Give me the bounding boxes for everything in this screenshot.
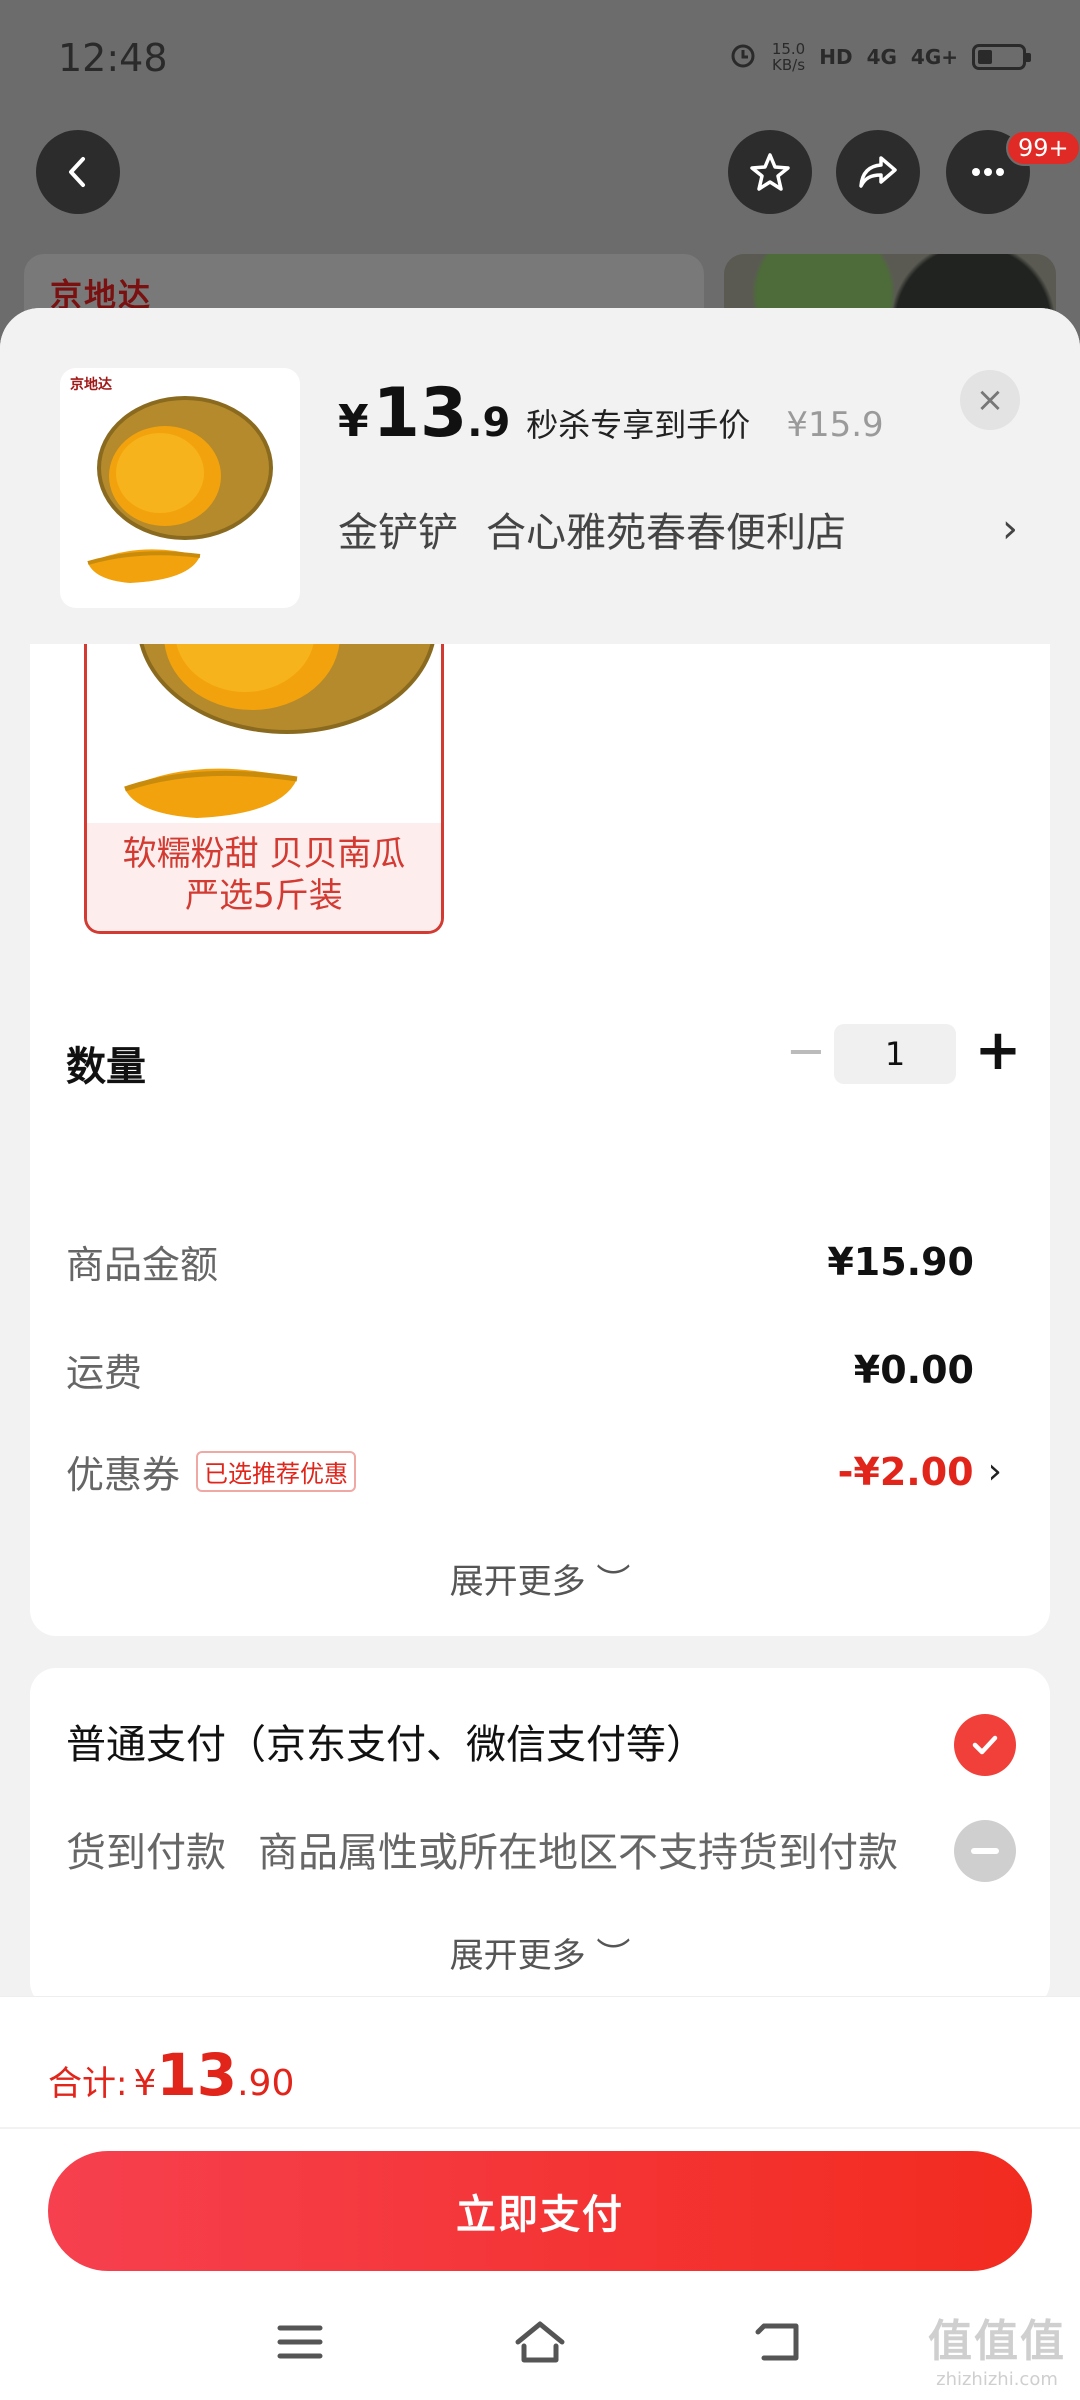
sheet-header: 京地达 ¥ 13 .9 秒杀专享到手价 ¥15.9 × 金铲铲 合心雅苑春春便利… (0, 308, 1080, 644)
coupon-tag: 已选推荐优惠 (196, 1451, 357, 1492)
total-decimal: .90 (237, 2063, 295, 2104)
signal-4g-plus-icon: 4G+ (910, 45, 958, 69)
price-integer: 13 (372, 374, 468, 453)
payment-cod-label: 货到付款 (66, 1830, 226, 1876)
checkout-sheet: 京地达 ¥ 13 .9 秒杀专享到手价 ¥15.9 × 金铲铲 合心雅苑春春便利… (0, 308, 1080, 2400)
price-decimal: .9 (467, 400, 511, 446)
watermark-url: zhizhizhi.com (936, 2369, 1058, 2390)
share-button[interactable] (836, 130, 920, 214)
back-nav-icon[interactable] (750, 2312, 810, 2372)
close-icon: × (975, 380, 1005, 420)
store-name: 合心雅苑春春便利店 (486, 510, 846, 556)
divider (0, 2127, 1080, 2129)
menu-icon[interactable] (270, 2312, 330, 2372)
quantity-plus-button[interactable]: + (970, 1020, 1026, 1084)
shipping-label: 运费 (66, 1351, 143, 1395)
shipping-value: ¥0.00 (853, 1347, 974, 1392)
thumbnail-logo: 京地达 (70, 377, 112, 393)
price-label: 秒杀专享到手价 (526, 406, 751, 444)
order-total: 合计: ¥ 13 .90 (48, 2041, 294, 2109)
coupon-value: -¥2.00 (837, 1449, 974, 1494)
back-arrow-icon (69, 157, 85, 187)
pumpkin-image (87, 396, 273, 583)
favorite-button[interactable] (728, 130, 812, 214)
coupon-label: 优惠券 (66, 1453, 181, 1497)
payment-card: 普通支付（京东支付、微信支付等） 货到付款 商品属性或所在地区不支持货到付款 展… (30, 1668, 1050, 2008)
quantity-label: 数量 (66, 1044, 146, 1090)
shipping-row: 运费 ¥0.00 (66, 1342, 1016, 1397)
product-thumbnail: 京地达 (60, 368, 300, 608)
payment-option-normal[interactable]: 普通支付（京东支付、微信支付等） (66, 1712, 1016, 1770)
more-badge: 99+ (1006, 130, 1080, 166)
quantity-input[interactable]: 1 (834, 1024, 956, 1084)
pay-now-button[interactable]: 立即支付 (48, 2151, 1032, 2271)
payment-expand-more[interactable]: 展开更多 ︶ (30, 1928, 1050, 1977)
share-icon (859, 156, 897, 188)
watermark-logo: 值值值 (928, 2316, 1066, 2367)
payment-normal-label: 普通支付（京东支付、微信支付等） (66, 1722, 706, 1768)
net-speed: 15.0 KB/s (772, 41, 805, 73)
status-time: 12:48 (58, 36, 168, 80)
goods-amount-row: 商品金额 ¥15.90 (66, 1234, 1016, 1289)
price-symbol: ¥ (338, 396, 369, 447)
price-line: ¥ 13 .9 秒杀专享到手价 ¥15.9 (338, 374, 884, 453)
payment-option-cod: 货到付款 商品属性或所在地区不支持货到付款 (66, 1820, 1016, 1878)
original-price: ¥15.9 (786, 405, 884, 445)
coupon-row[interactable]: 优惠券 已选推荐优惠 -¥2.00 › (66, 1444, 1016, 1499)
chevron-right-icon: › (1002, 506, 1018, 552)
checked-icon[interactable] (954, 1714, 1016, 1776)
goods-amount-label: 商品金额 (66, 1243, 219, 1287)
watermark: 值值值 zhizhizhi.com (928, 2305, 1066, 2390)
back-button[interactable] (36, 130, 120, 214)
goods-amount-value: ¥15.90 (827, 1239, 974, 1284)
background-page: 12:48 15.0 KB/s HD 4G 4G+ 99+ 京地达 (0, 0, 1080, 354)
total-symbol: ¥ (133, 2063, 157, 2104)
alarm-icon (728, 40, 758, 74)
home-icon[interactable] (510, 2312, 570, 2372)
amount-card: 商品金额 ¥15.90 运费 ¥0.00 优惠券 已选推荐优惠 -¥2.00 ›… (30, 1182, 1050, 1636)
status-icons: 15.0 KB/s HD 4G 4G+ (728, 40, 1031, 74)
signal-4g-icon: 4G (866, 45, 897, 69)
store-row[interactable]: 金铲铲 合心雅苑春春便利店 › (338, 500, 1018, 558)
more-dots-icon (972, 168, 1004, 176)
payment-cod-desc: 商品属性或所在地区不支持货到付款 (258, 1830, 898, 1876)
amount-expand-more[interactable]: 展开更多 ︶ (30, 1554, 1050, 1603)
net-speed-unit: KB/s (772, 56, 806, 74)
store-brand: 金铲铲 (338, 510, 458, 556)
quantity-minus-button[interactable]: − (778, 1026, 834, 1082)
total-label: 合计: (48, 2064, 128, 2104)
star-icon (750, 153, 790, 191)
close-button[interactable]: × (960, 370, 1020, 430)
variant-label: 软糯粉甜 贝贝南瓜 严选5斤装 (87, 823, 441, 931)
disabled-icon (954, 1820, 1016, 1882)
status-bar: 12:48 15.0 KB/s HD 4G 4G+ (0, 0, 1080, 120)
system-nav-bar: 值值值 zhizhizhi.com (0, 2276, 1080, 2400)
total-integer: 13 (156, 2041, 238, 2109)
battery-icon (972, 44, 1031, 70)
hd-icon: HD (819, 45, 853, 69)
chevron-right-icon: › (987, 1451, 1002, 1492)
